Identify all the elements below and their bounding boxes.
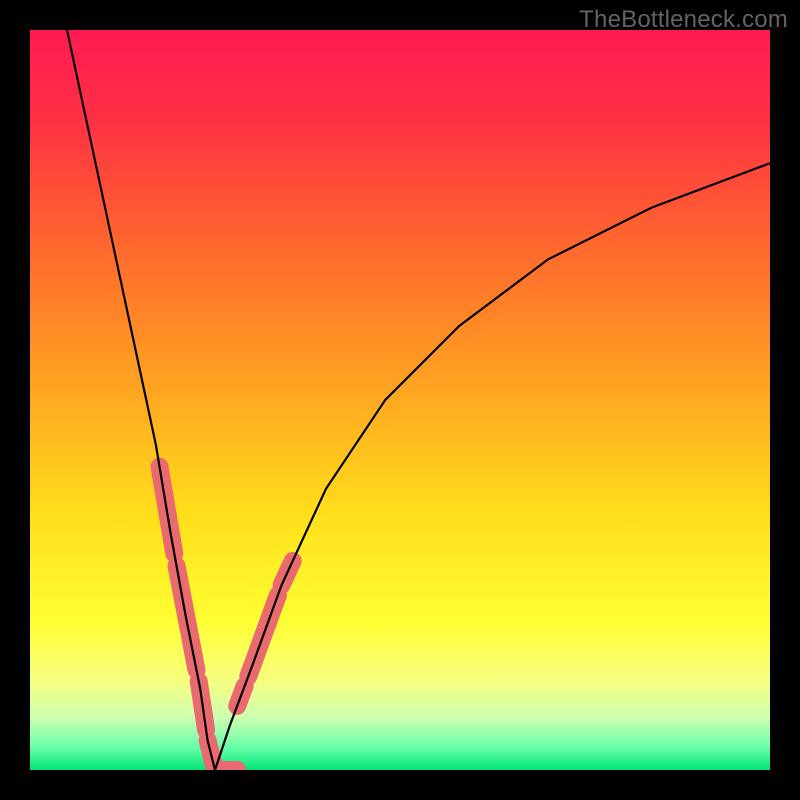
plot-area xyxy=(30,30,770,770)
highlight-segments xyxy=(160,467,293,770)
watermark-text: TheBottleneck.com xyxy=(579,6,788,34)
bottleneck-curve xyxy=(30,30,770,770)
chart-frame: TheBottleneck.com xyxy=(0,0,800,800)
curve-right-branch xyxy=(215,163,770,770)
